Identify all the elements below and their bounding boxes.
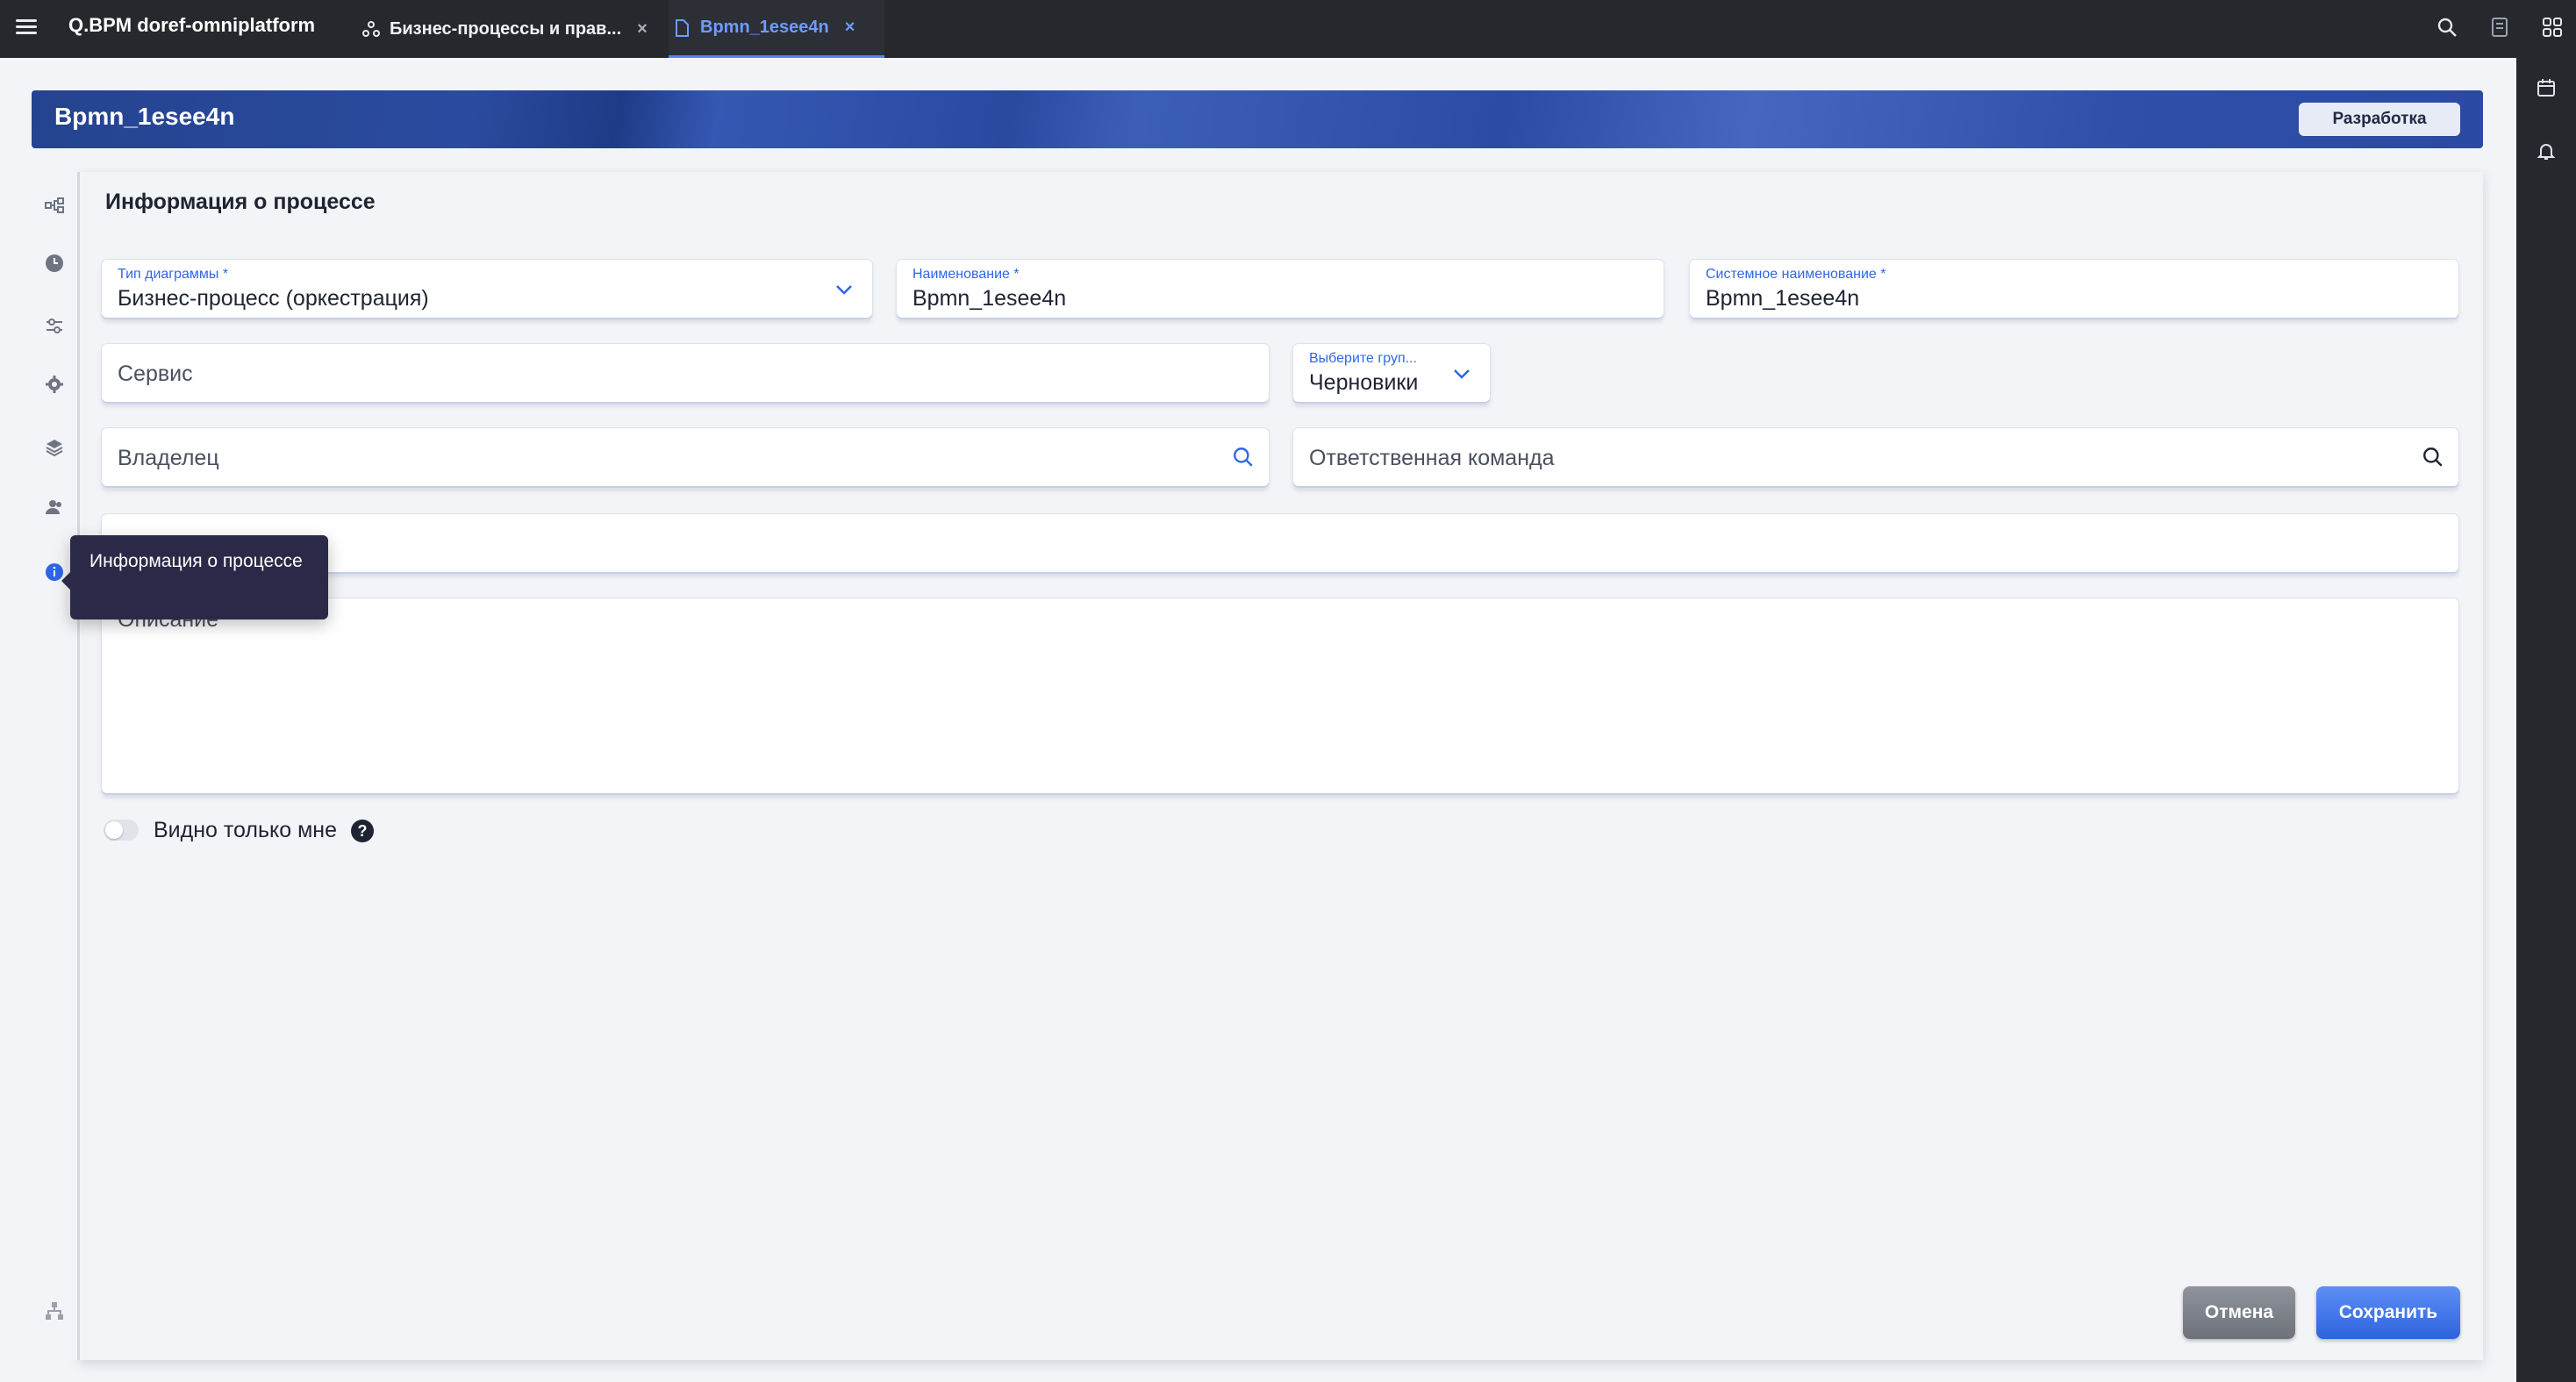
- bell-icon[interactable]: [2534, 139, 2558, 163]
- field-placeholder: Сервис: [118, 361, 193, 386]
- app-title: Q.BPM doref-omniplatform: [68, 14, 316, 36]
- search-icon[interactable]: [2422, 446, 2444, 469]
- visible-only-me-label: Видно только мне: [154, 818, 337, 842]
- top-bar: Q.BPM doref-omniplatform Бизнес-процессы…: [0, 0, 2576, 58]
- field-label: Системное наименование *: [1706, 267, 1886, 282]
- help-icon[interactable]: ?: [351, 820, 374, 842]
- field-value: Bpmn_1esee4n: [912, 286, 1067, 311]
- tab-business-processes[interactable]: Бизнес-процессы и прав... ×: [358, 0, 665, 58]
- chevron-down-icon[interactable]: [834, 279, 855, 300]
- system-name-field[interactable]: Системное наименование * Bpmn_1esee4n: [1690, 260, 2458, 319]
- field-value: Bpmn_1esee4n: [1706, 286, 1860, 311]
- field-placeholder: Владелец: [118, 445, 219, 470]
- section-title: Информация о процессе: [105, 190, 376, 214]
- cancel-button[interactable]: Отмена: [2183, 1286, 2295, 1339]
- diagram-icon[interactable]: [44, 195, 65, 216]
- sliders-icon[interactable]: [44, 316, 65, 337]
- tooltip: Информация о процессе: [61, 535, 328, 619]
- responsible-team-field[interactable]: Ответственная команда: [1293, 428, 2458, 488]
- right-rail: [2516, 58, 2576, 1382]
- gear-icon[interactable]: [44, 374, 65, 395]
- close-icon[interactable]: ×: [637, 19, 648, 39]
- process-title: Bpmn_1esee4n: [54, 103, 235, 130]
- left-tool-rail: [32, 172, 80, 1360]
- tags-field[interactable]: [102, 514, 2458, 574]
- group-select[interactable]: Выберите груп... Черновики: [1293, 344, 1490, 404]
- users-icon[interactable]: [44, 497, 65, 518]
- hamburger-menu-icon[interactable]: [16, 16, 37, 37]
- tab-label: Бизнес-процессы и прав...: [390, 18, 622, 39]
- field-value: Черновики: [1309, 370, 1419, 395]
- clock-icon[interactable]: [44, 253, 65, 274]
- field-placeholder: Ответственная команда: [1309, 445, 1555, 470]
- calendar-icon[interactable]: [2534, 75, 2558, 100]
- status-badge[interactable]: Разработка: [2299, 103, 2460, 136]
- network-icon: [361, 19, 381, 39]
- field-value: Бизнес-процесс (оркестрация): [118, 286, 429, 311]
- field-label: Тип диаграммы *: [118, 267, 229, 282]
- search-icon[interactable]: [1232, 446, 1255, 469]
- notes-icon[interactable]: [2487, 14, 2513, 40]
- diagram-type-select[interactable]: Тип диаграммы * Бизнес-процесс (оркестра…: [102, 260, 872, 319]
- close-icon[interactable]: ×: [845, 18, 855, 38]
- layers-icon[interactable]: [44, 437, 65, 458]
- service-field[interactable]: Сервис: [102, 344, 1269, 404]
- name-field[interactable]: Наименование * Bpmn_1esee4n: [897, 260, 1664, 319]
- search-icon[interactable]: [2434, 14, 2460, 40]
- hierarchy-icon[interactable]: [44, 1300, 65, 1321]
- process-header: Bpmn_1esee4n Разработка: [32, 90, 2483, 148]
- apps-grid-icon[interactable]: [2539, 14, 2565, 40]
- description-textarea[interactable]: Описание: [102, 598, 2458, 795]
- tab-bpmn[interactable]: Bpmn_1esee4n ×: [669, 0, 884, 58]
- visible-only-me-toggle[interactable]: [104, 820, 139, 841]
- save-button[interactable]: Сохранить: [2316, 1286, 2460, 1339]
- owner-field[interactable]: Владелец: [102, 428, 1269, 488]
- field-label: Выберите груп...: [1309, 351, 1417, 366]
- chevron-down-icon[interactable]: [1451, 363, 1472, 384]
- document-icon: [672, 18, 691, 38]
- tab-label: Bpmn_1esee4n: [700, 18, 829, 37]
- field-label: Наименование *: [912, 267, 1020, 282]
